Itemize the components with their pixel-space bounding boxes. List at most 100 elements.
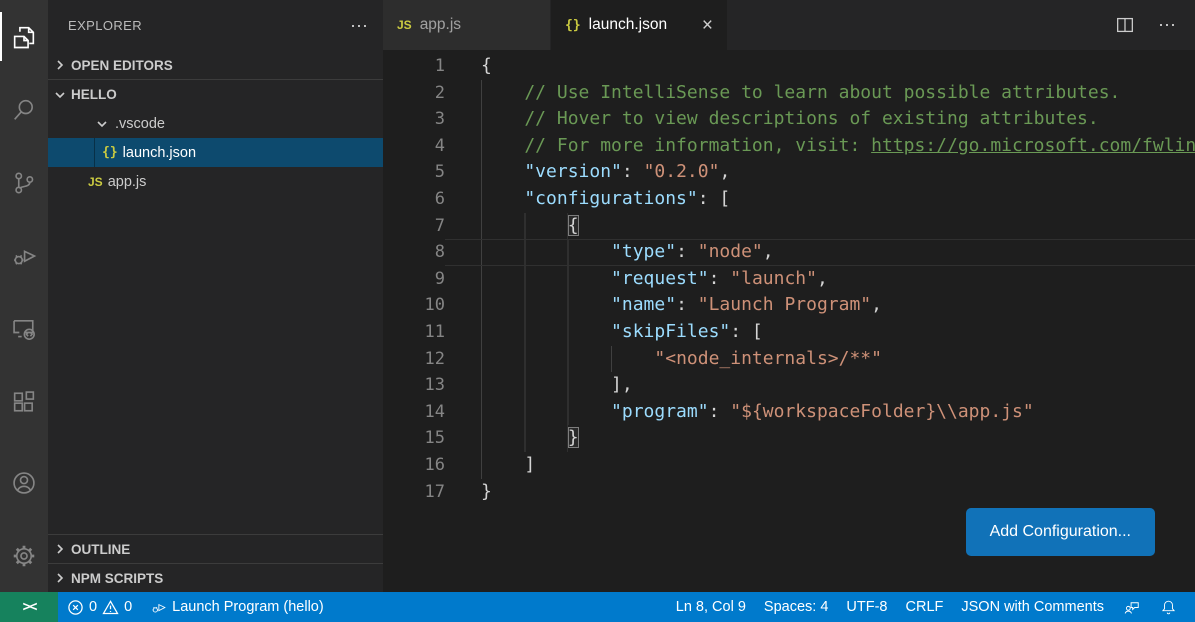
problems-indicator[interactable]: 0 0 bbox=[58, 592, 141, 622]
line-number[interactable]: 14 bbox=[383, 399, 445, 426]
indent-guides bbox=[481, 186, 524, 213]
code-line[interactable]: 8"type": "node", bbox=[383, 239, 1195, 266]
code-token: "Launch Program" bbox=[698, 294, 871, 315]
sidebar-more-actions-icon[interactable]: ⋯ bbox=[350, 21, 369, 31]
line-number[interactable]: 6 bbox=[383, 186, 445, 213]
code-token: // Hover to view descriptions of existin… bbox=[524, 108, 1098, 129]
search-icon bbox=[10, 96, 38, 124]
line-number[interactable]: 12 bbox=[383, 346, 445, 373]
eol-setting[interactable]: CRLF bbox=[897, 592, 953, 622]
tree-item-launch-json[interactable]: {} launch.json bbox=[48, 138, 383, 167]
line-number[interactable]: 13 bbox=[383, 372, 445, 399]
line-number[interactable]: 16 bbox=[383, 452, 445, 479]
activity-bar-spacer bbox=[0, 438, 48, 446]
line-number[interactable]: 10 bbox=[383, 292, 445, 319]
close-icon[interactable]: × bbox=[702, 16, 713, 35]
code-token: , bbox=[763, 241, 774, 262]
code-token: "version" bbox=[524, 161, 622, 182]
section-open-editors[interactable]: OPEN EDITORS bbox=[48, 51, 383, 80]
code-line[interactable]: 12"<node_internals>/**" bbox=[383, 346, 1195, 373]
debug-launch-status[interactable]: Launch Program (hello) bbox=[141, 592, 333, 622]
section-outline[interactable]: OUTLINE bbox=[48, 534, 383, 563]
add-configuration-button[interactable]: Add Configuration... bbox=[966, 508, 1155, 556]
line-number[interactable]: 17 bbox=[383, 479, 445, 506]
activity-account-button[interactable] bbox=[0, 446, 48, 519]
encoding-setting[interactable]: UTF-8 bbox=[837, 592, 896, 622]
line-number[interactable]: 3 bbox=[383, 106, 445, 133]
activity-extensions-button[interactable] bbox=[0, 365, 48, 438]
code-line[interactable]: 2// Use IntelliSense to learn about poss… bbox=[383, 80, 1195, 107]
code-line[interactable]: 11"skipFiles": [ bbox=[383, 319, 1195, 346]
remote-explorer-icon bbox=[10, 315, 38, 343]
indent-guides bbox=[481, 399, 611, 426]
tab-label: app.js bbox=[420, 16, 461, 34]
code-line[interactable]: 1{ bbox=[383, 53, 1195, 80]
line-number[interactable]: 11 bbox=[383, 319, 445, 346]
line-number[interactable]: 7 bbox=[383, 213, 445, 240]
activity-run-debug-button[interactable] bbox=[0, 219, 48, 292]
line-number[interactable]: 5 bbox=[383, 159, 445, 186]
code-text: "<node_internals>/**" bbox=[445, 346, 882, 373]
line-number[interactable]: 1 bbox=[383, 53, 445, 80]
line-number[interactable]: 15 bbox=[383, 425, 445, 452]
tab-app-js[interactable]: JS app.js bbox=[383, 0, 551, 50]
section-workspace-hello[interactable]: HELLO bbox=[48, 80, 383, 109]
tab-label: launch.json bbox=[589, 16, 667, 34]
code-token: } bbox=[481, 481, 492, 502]
activity-search-button[interactable] bbox=[0, 73, 48, 146]
tab-launch-json[interactable]: {} launch.json × bbox=[551, 0, 728, 50]
chevron-down-icon bbox=[52, 87, 68, 103]
code-editor[interactable]: 1{2// Use IntelliSense to learn about po… bbox=[383, 50, 1195, 592]
bell-icon bbox=[1159, 598, 1178, 617]
notifications-button[interactable] bbox=[1150, 592, 1187, 622]
section-npm-scripts[interactable]: NPM SCRIPTS bbox=[48, 563, 383, 592]
sidebar-empty-space bbox=[48, 196, 383, 534]
activity-remote-explorer-button[interactable] bbox=[0, 292, 48, 365]
code-line[interactable]: 15} bbox=[383, 425, 1195, 452]
indent-guides bbox=[481, 213, 568, 240]
split-editor-icon[interactable] bbox=[1114, 14, 1136, 36]
code-line[interactable]: 13], bbox=[383, 372, 1195, 399]
code-token: "name" bbox=[611, 294, 676, 315]
tree-item-vscode-folder[interactable]: .vscode bbox=[48, 109, 383, 138]
code-line[interactable]: 16] bbox=[383, 452, 1195, 479]
status-bar: >< 0 0 Launch Program (hello) bbox=[0, 592, 1195, 622]
language-mode[interactable]: JSON with Comments bbox=[952, 592, 1113, 622]
code-token: "configurations" bbox=[524, 188, 697, 209]
remote-indicator[interactable]: >< bbox=[0, 592, 58, 622]
code-line[interactable]: 14"program": "${workspaceFolder}\\app.js… bbox=[383, 399, 1195, 426]
code-token: "0.2.0" bbox=[644, 161, 720, 182]
cursor-position[interactable]: Ln 8, Col 9 bbox=[667, 592, 755, 622]
code-token: "${workspaceFolder}\\app.js" bbox=[730, 401, 1033, 422]
comment-link[interactable]: https://go.microsoft.com/fwlink bbox=[871, 135, 1195, 156]
line-number[interactable]: 4 bbox=[383, 133, 445, 160]
code-token: ] bbox=[524, 454, 535, 475]
line-number[interactable]: 8 bbox=[383, 239, 445, 266]
indentation-setting[interactable]: Spaces: 4 bbox=[755, 592, 838, 622]
code-line[interactable]: 17} bbox=[383, 479, 1195, 506]
code-line[interactable]: 9"request": "launch", bbox=[383, 266, 1195, 293]
activity-settings-button[interactable] bbox=[0, 519, 48, 592]
debug-icon bbox=[150, 599, 167, 616]
line-number[interactable]: 2 bbox=[383, 80, 445, 107]
code-text: "version": "0.2.0", bbox=[445, 159, 730, 186]
more-actions-icon[interactable]: ⋯ bbox=[1158, 20, 1177, 30]
activity-explorer-button[interactable] bbox=[0, 0, 48, 73]
chevron-right-icon bbox=[52, 57, 68, 73]
code-line[interactable]: 6"configurations": [ bbox=[383, 186, 1195, 213]
code-text: "skipFiles": [ bbox=[445, 319, 763, 346]
tree-item-app-js[interactable]: JS app.js bbox=[48, 167, 383, 196]
code-line[interactable]: 7{ bbox=[383, 213, 1195, 240]
code-text: "program": "${workspaceFolder}\\app.js" bbox=[445, 399, 1034, 426]
activity-source-control-button[interactable] bbox=[0, 146, 48, 219]
code-line[interactable]: 10"name": "Launch Program", bbox=[383, 292, 1195, 319]
code-line[interactable]: 5"version": "0.2.0", bbox=[383, 159, 1195, 186]
code-text: "type": "node", bbox=[445, 239, 774, 266]
code-text: // Hover to view descriptions of existin… bbox=[445, 106, 1099, 133]
indent-guides bbox=[481, 80, 524, 107]
feedback-button[interactable] bbox=[1113, 592, 1150, 622]
code-token: , bbox=[719, 161, 730, 182]
line-number[interactable]: 9 bbox=[383, 266, 445, 293]
code-line[interactable]: 4// For more information, visit: https:/… bbox=[383, 133, 1195, 160]
code-line[interactable]: 3 // Hover to view descriptions of existi… bbox=[383, 106, 1195, 133]
